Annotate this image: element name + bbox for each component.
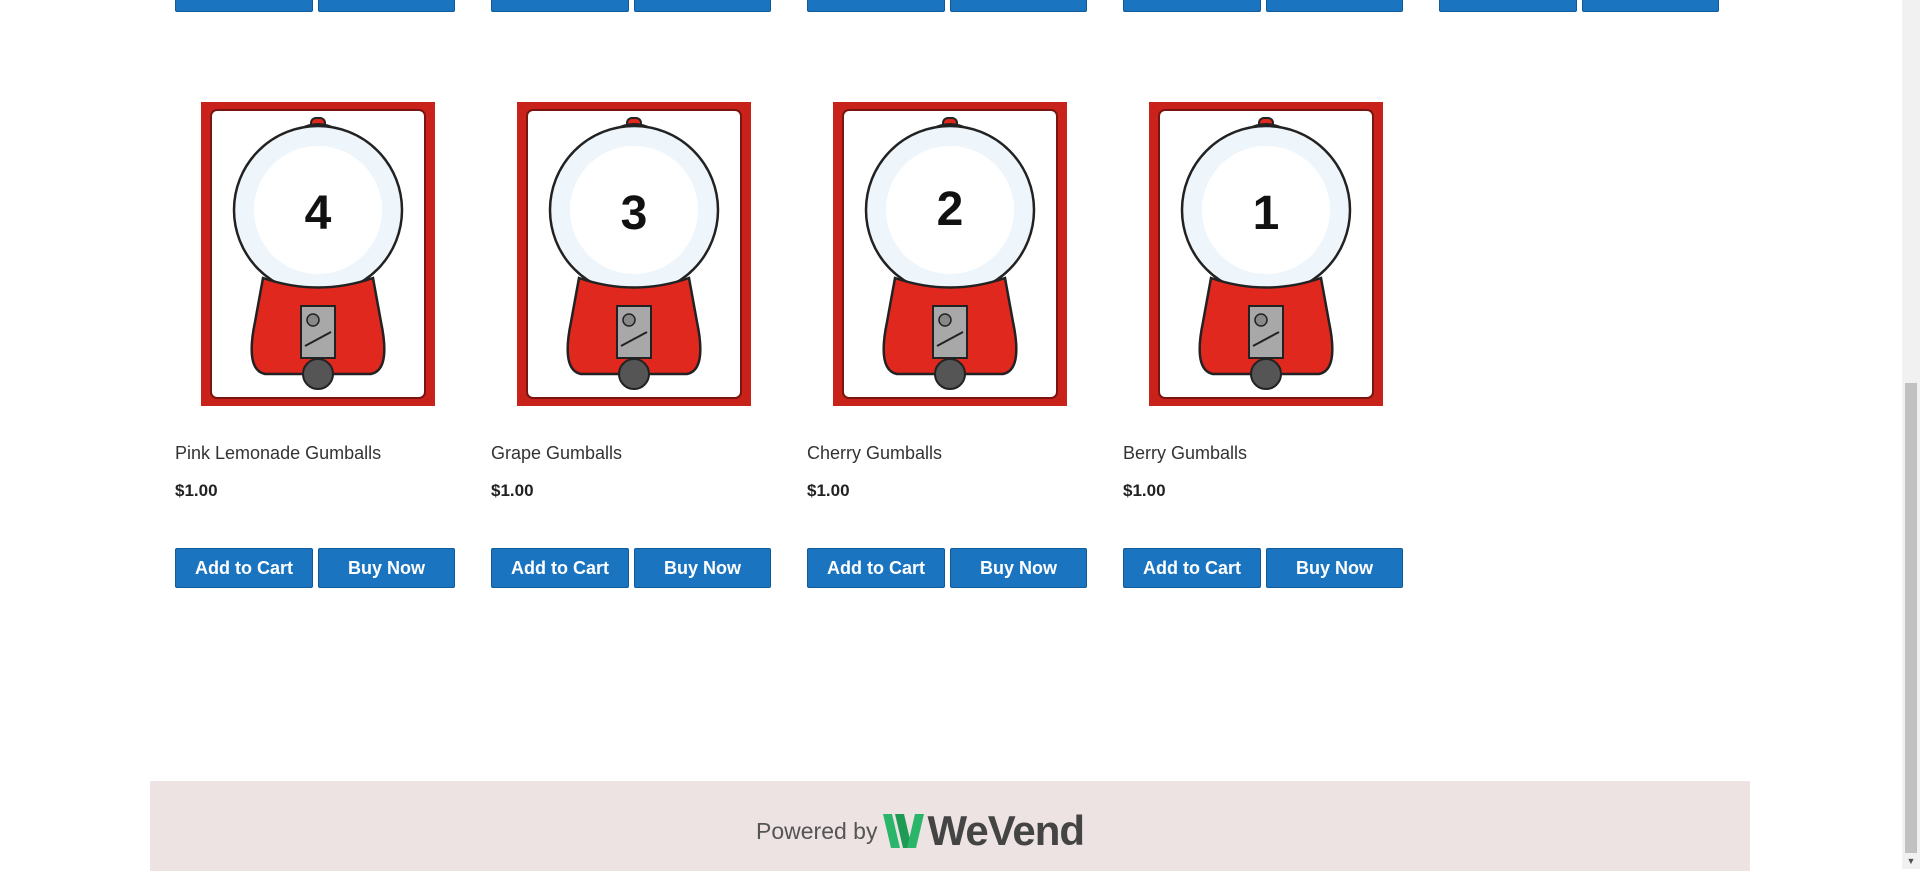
add-to-cart-button[interactable]: Add to Cart: [807, 548, 945, 588]
product-page: 4 Pink Lemonade Gumballs $1.00 Add to Ca…: [0, 0, 1902, 871]
product-card: 1 Berry Gumballs $1.00 Add to Cart Buy N…: [1123, 100, 1405, 590]
previous-add-to-cart-button[interactable]: [1439, 0, 1577, 12]
product-price: $1.00: [1123, 481, 1166, 500]
previous-add-to-cart-button[interactable]: [491, 0, 629, 12]
previous-buy-now-button[interactable]: [634, 0, 771, 12]
product-name[interactable]: Pink Lemonade Gumballs: [175, 443, 381, 464]
buy-now-button[interactable]: Buy Now: [634, 548, 771, 588]
product-card: 4 Pink Lemonade Gumballs $1.00 Add to Ca…: [175, 100, 457, 590]
gumball-machine-icon: [201, 102, 435, 406]
product-price: $1.00: [491, 481, 534, 500]
product-price: $1.00: [807, 481, 850, 500]
add-to-cart-button[interactable]: Add to Cart: [1123, 548, 1261, 588]
previous-add-to-cart-button[interactable]: [807, 0, 945, 12]
previous-buy-now-button[interactable]: [1266, 0, 1403, 12]
product-name[interactable]: Grape Gumballs: [491, 443, 622, 464]
product-image[interactable]: 4: [201, 102, 435, 406]
previous-add-to-cart-button[interactable]: [1123, 0, 1261, 12]
footer: Powered by WeVend: [150, 781, 1750, 871]
previous-buy-now-button[interactable]: [1582, 0, 1719, 12]
product-price: $1.00: [175, 481, 218, 500]
gumball-machine-icon: [517, 102, 751, 406]
wevend-logo-icon: [883, 814, 925, 848]
gumball-machine-icon: [833, 102, 1067, 406]
product-name[interactable]: Cherry Gumballs: [807, 443, 942, 464]
previous-buy-now-button[interactable]: [950, 0, 1087, 12]
product-number-badge: 1: [1252, 187, 1280, 240]
buy-now-button[interactable]: Buy Now: [318, 548, 455, 588]
product-name[interactable]: Berry Gumballs: [1123, 443, 1247, 464]
product-number-badge: 2: [936, 183, 964, 236]
product-card: 3 Grape Gumballs $1.00 Add to Cart Buy N…: [491, 100, 773, 590]
product-image[interactable]: 2: [833, 102, 1067, 406]
powered-by-label: Powered by: [756, 817, 878, 844]
wevend-brand: WeVend: [927, 807, 1085, 854]
add-to-cart-button[interactable]: Add to Cart: [175, 548, 313, 588]
product-number-badge: 4: [304, 187, 332, 240]
previous-buy-now-button[interactable]: [318, 0, 455, 12]
product-image[interactable]: 3: [517, 102, 751, 406]
powered-by-wevend-link[interactable]: Powered by WeVend: [756, 807, 1085, 854]
add-to-cart-button[interactable]: Add to Cart: [491, 548, 629, 588]
product-number-badge: 3: [620, 187, 648, 240]
vertical-scrollbar[interactable]: ▼: [1902, 0, 1920, 869]
previous-add-to-cart-button[interactable]: [175, 0, 313, 12]
scrollbar-thumb[interactable]: [1905, 383, 1917, 853]
gumball-machine-icon: [1149, 102, 1383, 406]
buy-now-button[interactable]: Buy Now: [950, 548, 1087, 588]
scroll-down-arrow-icon[interactable]: ▼: [1902, 853, 1920, 869]
buy-now-button[interactable]: Buy Now: [1266, 548, 1403, 588]
product-image[interactable]: 1: [1149, 102, 1383, 406]
product-card: 2 Cherry Gumballs $1.00 Add to Cart Buy …: [807, 100, 1089, 590]
